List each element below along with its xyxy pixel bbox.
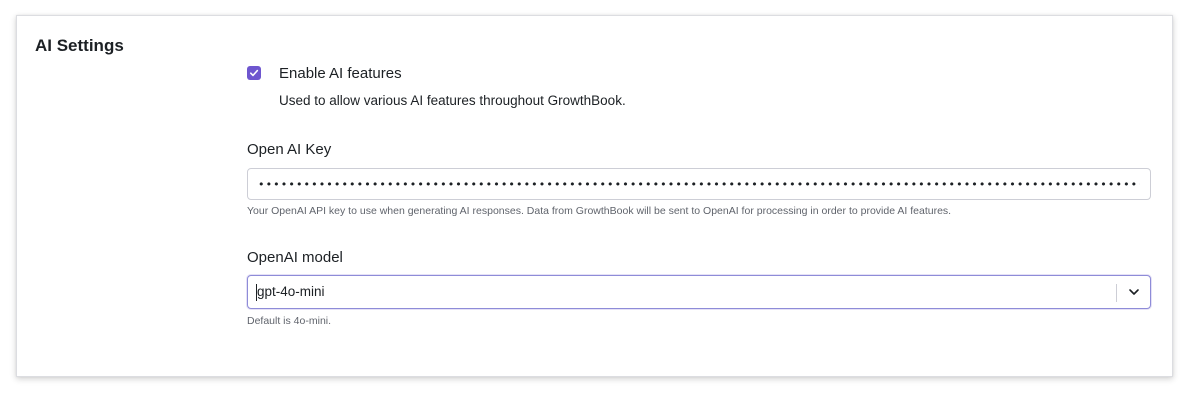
openai-key-label: Open AI Key xyxy=(247,141,332,158)
openai-model-label: OpenAI model xyxy=(247,249,343,266)
enable-ai-label[interactable]: Enable AI features xyxy=(279,64,402,84)
openai-model-select[interactable]: gpt-4o-mini xyxy=(247,275,1151,309)
ai-settings-card: AI Settings Enable AI features Used to a… xyxy=(16,15,1173,377)
enable-ai-description: Used to allow various AI features throug… xyxy=(279,93,626,108)
openai-model-help: Default is 4o-mini. xyxy=(247,315,332,327)
section-title: AI Settings xyxy=(35,36,124,55)
select-separator xyxy=(1116,284,1117,302)
enable-ai-row: Enable AI features xyxy=(247,65,402,82)
openai-key-help: Your OpenAI API key to use when generati… xyxy=(247,205,952,217)
check-icon xyxy=(250,69,259,77)
enable-ai-checkbox[interactable] xyxy=(247,66,261,80)
chevron-down-icon[interactable] xyxy=(1128,286,1140,298)
openai-key-input[interactable] xyxy=(247,168,1151,200)
openai-model-value: gpt-4o-mini xyxy=(257,284,325,299)
